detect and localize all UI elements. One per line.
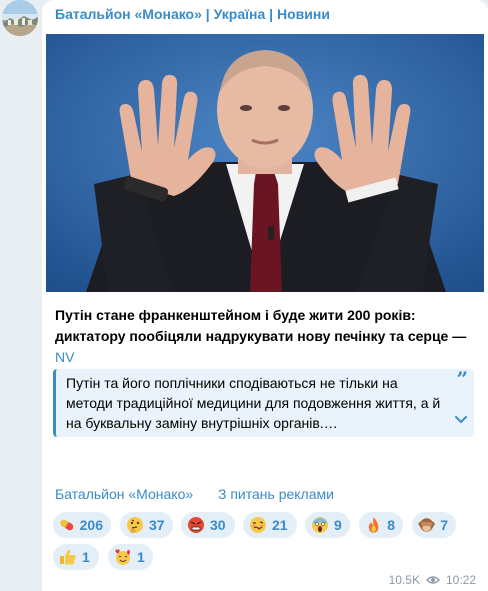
smiling-face-with-hearts-emoji-icon bbox=[115, 549, 130, 565]
post-photo[interactable] bbox=[46, 34, 484, 292]
reaction-chip-woozy[interactable]: 21 bbox=[243, 512, 297, 538]
see-no-evil-monkey-emoji-icon bbox=[418, 518, 435, 532]
reaction-chip-monkey[interactable]: 7 bbox=[412, 512, 456, 538]
reaction-chip-thinking[interactable]: 37 bbox=[120, 512, 173, 538]
channel-avatar[interactable] bbox=[2, 0, 38, 36]
source-link[interactable]: NV bbox=[55, 349, 74, 365]
reaction-chip-fire[interactable]: 8 bbox=[359, 512, 403, 538]
reaction-count: 7 bbox=[440, 517, 448, 533]
reaction-count: 1 bbox=[137, 549, 145, 565]
quote-mark-icon: ” bbox=[456, 367, 468, 391]
thinking-face-emoji-icon bbox=[127, 517, 143, 533]
woozy-face-emoji-icon bbox=[250, 517, 266, 533]
link-preview-quote[interactable]: Путін та його поплічники сподіваються не… bbox=[53, 369, 474, 437]
reaction-chip-pill[interactable]: 206 bbox=[53, 512, 111, 538]
reaction-chip-angry[interactable]: 30 bbox=[181, 512, 235, 538]
message-time: 10:22 bbox=[445, 573, 476, 587]
reaction-count: 21 bbox=[272, 517, 288, 533]
chevron-down-icon[interactable] bbox=[454, 415, 468, 425]
pill-emoji-icon bbox=[60, 519, 74, 531]
message-bubble: Батальйон «Монако» | Україна | Новини Пу… bbox=[42, 0, 488, 591]
reaction-chip-screaming[interactable]: 9 bbox=[305, 512, 350, 538]
reaction-count: 30 bbox=[210, 517, 226, 533]
reaction-count: 37 bbox=[149, 517, 165, 533]
reaction-chip-thumbs-up[interactable]: 1 bbox=[53, 544, 99, 570]
reaction-count: 9 bbox=[334, 517, 342, 533]
headline-text: Путін стане франкенштейном і буде жити 2… bbox=[55, 307, 467, 344]
thumbs-up-emoji-icon bbox=[60, 549, 76, 565]
message-meta: 10.5K 10:22 bbox=[389, 573, 476, 587]
reaction-count: 206 bbox=[79, 517, 103, 533]
reaction-count: 1 bbox=[82, 549, 90, 565]
post-headline: Путін стане франкенштейном і буде жити 2… bbox=[55, 305, 475, 368]
channel-avatar-image bbox=[2, 0, 38, 36]
views-count: 10.5K bbox=[388, 573, 420, 587]
reaction-count: 8 bbox=[387, 517, 395, 533]
quote-text: Путін та його поплічники сподіваються не… bbox=[66, 375, 441, 431]
eye-icon bbox=[425, 576, 440, 584]
reaction-chip-smiling-hearts[interactable]: 1 bbox=[108, 544, 153, 570]
channel-name[interactable]: Батальйон «Монако» | Україна | Новини bbox=[55, 6, 330, 22]
ads-link[interactable]: З питань реклами bbox=[218, 486, 334, 502]
angry-face-emoji-icon bbox=[188, 517, 204, 533]
fire-emoji-icon bbox=[368, 517, 379, 533]
screaming-face-emoji-icon bbox=[312, 517, 328, 533]
signature-link[interactable]: Батальйон «Монако» bbox=[55, 486, 193, 502]
